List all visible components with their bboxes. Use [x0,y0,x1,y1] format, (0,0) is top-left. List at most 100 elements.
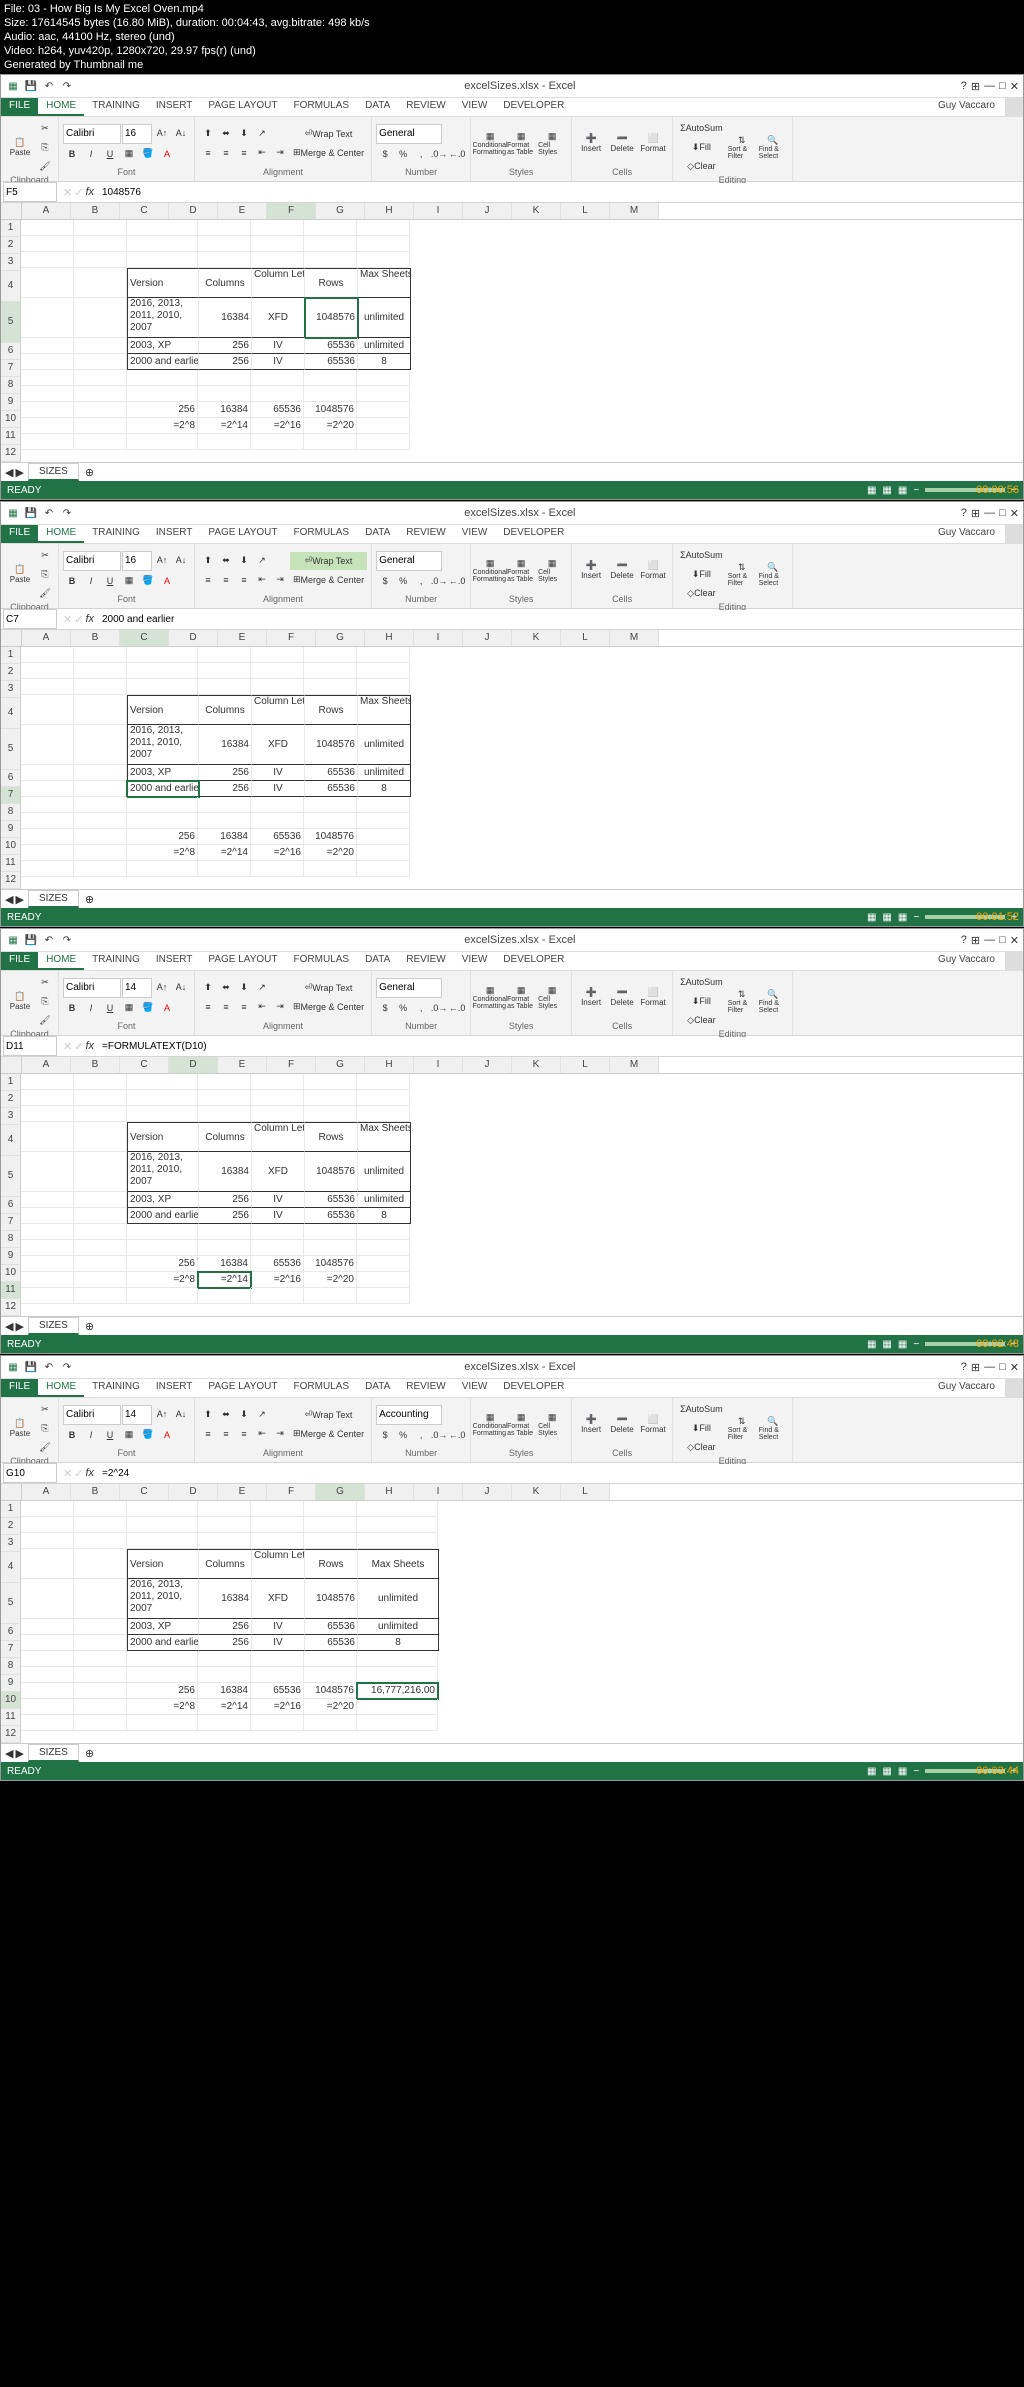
close-icon[interactable]: ✕ [1010,934,1019,947]
maximize-icon[interactable]: □ [999,934,1006,947]
view-pagebreak-icon[interactable]: ▦ [898,485,907,496]
ribbon-options-icon[interactable]: ⊞ [971,1361,980,1374]
ribbon-options-icon[interactable]: ⊞ [971,80,980,93]
table-cell[interactable]: =2^20 [304,418,357,434]
avatar[interactable] [1005,525,1023,543]
select-all-corner[interactable] [1,630,22,646]
formula-input[interactable] [98,1464,1023,1482]
row-header[interactable]: 2 [1,237,21,254]
table-cell[interactable]: Max Sheets [358,268,411,298]
format-as-table-button[interactable]: ▦Format as Table [506,550,536,590]
conditional-formatting-button[interactable]: ▦Conditional Formatting [475,550,505,590]
percent-icon[interactable]: % [394,145,412,163]
merge-center-button[interactable]: ⊞ Merge & Center [290,1425,367,1443]
spreadsheet-grid[interactable]: ABCDEFGHIJKLM 123456789101112 VersionCol… [1,630,1023,889]
tab-pagelayout[interactable]: PAGE LAYOUT [200,98,285,116]
conditional-formatting-button[interactable]: ▦Conditional Formatting [475,123,505,163]
undo-icon[interactable]: ↶ [41,78,57,94]
table-cell[interactable]: Rows [305,268,358,298]
format-cells-button[interactable]: ⬜Format [638,123,668,163]
cell-styles-button[interactable]: ▦Cell Styles [537,550,567,590]
paste-button[interactable]: 📋Paste [5,554,35,594]
table-cell[interactable]: 1048576 [304,402,357,418]
format-cells-button[interactable]: ⬜Format [638,550,668,590]
sheet-tab-sizes[interactable]: SIZES [28,1317,79,1335]
tab-training[interactable]: TRAINING [84,98,148,116]
tab-file[interactable]: FILE [1,98,38,116]
tab-home[interactable]: HOME [38,525,84,543]
format-painter-icon[interactable]: 🖌 [36,157,54,175]
fill-color-icon[interactable]: 🪣 [139,145,157,163]
close-icon[interactable]: ✕ [1010,507,1019,520]
font-select[interactable] [63,1405,121,1425]
orientation-icon[interactable]: ↗ [253,125,271,143]
row-header[interactable]: 1 [1,220,21,237]
save-icon[interactable]: 💾 [23,1359,39,1375]
account-name[interactable]: Guy Vaccaro [932,98,1001,116]
spreadsheet-grid[interactable]: ABCDEFGHIJKL 123456789101112 VersionColu… [1,1484,1023,1743]
tab-home[interactable]: HOME [38,952,84,970]
table-cell[interactable]: =2^16 [251,418,304,434]
tab-file[interactable]: FILE [1,952,38,970]
fx-icon[interactable]: fx [85,1040,94,1053]
align-left-icon[interactable]: ≡ [199,144,217,162]
font-size-select[interactable] [122,978,152,998]
tab-developer[interactable]: DEVELOPER [495,98,572,116]
comma-icon[interactable]: , [412,145,430,163]
fx-icon[interactable]: fx [85,186,94,199]
sort-filter-button[interactable]: ⇅Sort & Filter [727,554,757,594]
selected-cell[interactable]: =2^14 [198,1272,251,1288]
table-cell[interactable]: 256 [199,338,252,354]
table-cell[interactable]: 2000 and earlier [127,354,199,370]
table-cell[interactable]: 16384 [198,402,251,418]
tab-view[interactable]: VIEW [454,525,496,543]
col-header-m[interactable]: M [610,203,659,219]
number-format-select[interactable] [376,978,442,998]
col-header-j[interactable]: J [463,203,512,219]
tab-file[interactable]: FILE [1,1379,38,1397]
new-sheet-icon[interactable]: ⊕ [79,466,100,479]
tab-data[interactable]: DATA [357,98,398,116]
delete-cells-button[interactable]: ➖Delete [607,123,637,163]
align-center-icon[interactable]: ≡ [217,144,235,162]
row-header[interactable]: 5 [1,302,21,343]
fill-button[interactable]: ⬇ Fill [677,565,726,583]
selected-cell[interactable]: 1048576 [305,298,358,338]
formula-input[interactable] [98,1037,1023,1055]
col-header-i[interactable]: I [414,203,463,219]
font-color-icon[interactable]: A [158,572,176,590]
col-header-d[interactable]: D [169,203,218,219]
account-name[interactable]: Guy Vaccaro [932,952,1001,970]
tab-view[interactable]: VIEW [454,98,496,116]
next-sheet-icon[interactable]: ▶ [15,893,23,906]
align-bottom-icon[interactable]: ⬇ [235,125,253,143]
table-cell[interactable]: unlimited [358,338,411,354]
minimize-icon[interactable]: — [984,507,995,520]
table-cell[interactable]: unlimited [358,298,411,338]
minimize-icon[interactable]: — [984,1361,995,1374]
redo-icon[interactable]: ↷ [59,505,75,521]
enter-formula-icon[interactable]: ✓ [74,186,83,199]
autosum-button[interactable]: Σ AutoSum [677,546,726,564]
increase-font-icon[interactable]: A↑ [153,551,171,569]
close-icon[interactable]: ✕ [1010,80,1019,93]
selected-cell[interactable]: 16,777,216.00 [357,1683,438,1699]
tab-insert[interactable]: INSERT [148,98,201,116]
table-cell[interactable]: IV [252,354,305,370]
delete-cells-button[interactable]: ➖Delete [607,550,637,590]
font-size-select[interactable] [122,551,152,571]
italic-button[interactable]: I [82,572,100,590]
tab-review[interactable]: REVIEW [398,525,453,543]
italic-button[interactable]: I [82,145,100,163]
table-cell[interactable]: 65536 [305,338,358,354]
name-box[interactable] [3,609,57,629]
tab-pagelayout[interactable]: PAGE LAYOUT [200,525,285,543]
col-header-f[interactable]: F [267,203,316,219]
formula-input[interactable] [98,610,1023,628]
maximize-icon[interactable]: □ [999,1361,1006,1374]
tab-home[interactable]: HOME [38,98,84,116]
help-icon[interactable]: ? [961,1361,967,1374]
minimize-icon[interactable]: — [984,934,995,947]
fx-icon[interactable]: fx [85,1467,94,1480]
col-header-e[interactable]: E [218,203,267,219]
